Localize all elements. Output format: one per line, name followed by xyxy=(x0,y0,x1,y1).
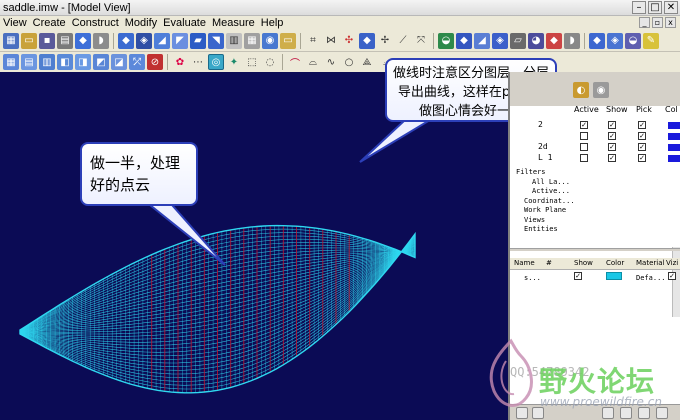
entity-col-material: Material xyxy=(636,259,665,267)
entity-material[interactable]: Defa... xyxy=(636,274,666,282)
entity-vizi-checkbox[interactable]: ✓ xyxy=(668,272,676,280)
panel-eye-icon[interactable]: ◉ xyxy=(593,82,609,98)
layer-color-swatch[interactable] xyxy=(668,155,680,162)
layer-active-checkbox[interactable]: ✓ xyxy=(580,121,588,129)
tree-views[interactable]: Views xyxy=(524,216,545,224)
watermark-url: www.proewildfire.cn xyxy=(540,395,662,409)
layer-show-checkbox[interactable]: ✓ xyxy=(608,132,616,140)
layer-row[interactable]: ✓ ✓ xyxy=(510,131,680,141)
entity-col-color: Color xyxy=(606,259,625,267)
layer-show-checkbox[interactable]: ✓ xyxy=(608,121,616,129)
watermark-text: 野火论坛 xyxy=(539,365,656,398)
entity-color-swatch[interactable] xyxy=(606,272,622,280)
entity-col-name: Name xyxy=(514,259,535,267)
layers-col-active: Active xyxy=(574,105,599,114)
entity-col-show: Show xyxy=(574,259,593,267)
panel-tab-icon[interactable]: ◐ xyxy=(573,82,589,98)
layer-color-swatch[interactable] xyxy=(668,133,680,140)
layer-pick-checkbox[interactable]: ✓ xyxy=(638,121,646,129)
entity-name[interactable]: s... xyxy=(524,274,541,282)
layer-pick-checkbox[interactable]: ✓ xyxy=(638,154,646,162)
layer-name: 2d xyxy=(538,142,548,151)
layer-active-checkbox[interactable] xyxy=(580,154,588,162)
tree-all-layers[interactable]: All La... xyxy=(532,178,570,186)
panel-header: ◐ ◉ xyxy=(510,72,680,106)
layers-col-show: Show xyxy=(606,105,628,114)
layer-pick-checkbox[interactable]: ✓ xyxy=(638,143,646,151)
panel-splitter[interactable] xyxy=(510,248,680,251)
layers-col-pick: Pick xyxy=(636,105,652,114)
entity-col-index: # xyxy=(546,259,552,267)
layers-col-color: Col xyxy=(665,105,678,114)
tree-entities[interactable]: Entities xyxy=(524,225,558,233)
right-callout-pointer xyxy=(359,119,434,163)
layer-row[interactable]: 2d ✓ ✓ xyxy=(510,142,680,152)
entity-table-header: Name # Show Color Material Vizi xyxy=(510,258,680,270)
layer-name: 2 xyxy=(538,120,543,129)
layer-show-checkbox[interactable]: ✓ xyxy=(608,143,616,151)
layer-name: L 1 xyxy=(538,153,553,162)
layer-color-swatch[interactable] xyxy=(668,144,680,151)
entity-show-checkbox[interactable]: ✓ xyxy=(574,272,582,280)
layer-show-checkbox[interactable]: ✓ xyxy=(608,154,616,162)
layer-active-checkbox[interactable] xyxy=(580,132,588,140)
layer-color-swatch[interactable] xyxy=(668,122,680,129)
entity-col-vizi: Vizi xyxy=(666,259,679,267)
tree-coordinates[interactable]: Coordinat... xyxy=(524,197,575,205)
watermark-logo xyxy=(489,338,533,407)
tree-active-layers[interactable]: Active... xyxy=(532,187,570,195)
layer-row[interactable]: L 1 ✓ ✓ xyxy=(510,153,680,163)
tree-filters[interactable]: Filters xyxy=(516,168,546,176)
layer-row[interactable]: 2 ✓ ✓ ✓ xyxy=(510,120,680,130)
left-callout-pointer xyxy=(147,204,226,266)
layer-pick-checkbox[interactable]: ✓ xyxy=(638,132,646,140)
layer-active-checkbox[interactable] xyxy=(580,143,588,151)
annotation-callout-left: 做一半，处理好的点云 xyxy=(80,142,198,206)
tree-work-plane[interactable]: Work Plane xyxy=(524,206,566,214)
